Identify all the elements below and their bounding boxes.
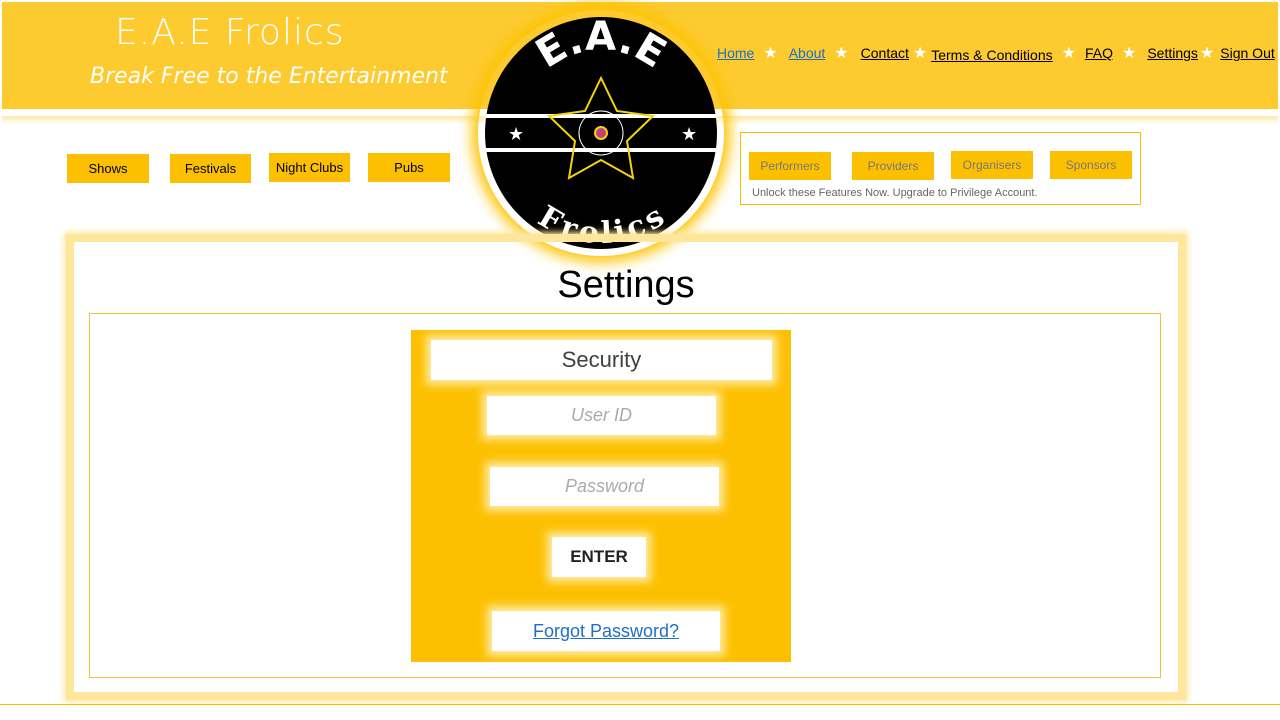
svg-text:★: ★ <box>508 124 524 144</box>
category-night-clubs[interactable]: Night Clubs <box>269 153 350 182</box>
feature-sponsors[interactable]: Sponsors <box>1050 151 1132 179</box>
settings-panel: Settings Security User ID Password ENTER… <box>66 234 1186 700</box>
nav-faq[interactable]: FAQ <box>1085 45 1113 61</box>
forgot-password-link[interactable]: Forgot Password? <box>492 611 720 651</box>
star-icon: ★ <box>763 45 778 62</box>
nav-settings[interactable]: Settings <box>1147 45 1198 61</box>
star-icon: ★ <box>1121 45 1137 62</box>
security-form: Security User ID Password ENTER Forgot P… <box>411 330 791 662</box>
page-title: Settings <box>557 264 695 306</box>
nav-terms[interactable]: Terms & Conditions <box>931 47 1052 63</box>
nav-sign-out[interactable]: Sign Out <box>1220 45 1274 61</box>
category-festivals[interactable]: Festivals <box>170 154 251 183</box>
site-logo: E.A.E Frolics ★ ★ <box>478 10 724 256</box>
password-input[interactable]: Password <box>490 467 719 506</box>
feature-organisers[interactable]: Organisers <box>951 151 1033 179</box>
star-icon: ★ <box>834 45 849 62</box>
svg-text:★: ★ <box>681 124 697 144</box>
star-icon: ★ <box>1061 45 1076 62</box>
premium-features-box: Performers Providers Organisers Sponsors… <box>740 132 1141 205</box>
star-icon: ★ <box>1199 45 1215 62</box>
security-title: Security <box>431 340 772 380</box>
enter-button[interactable]: ENTER <box>552 537 646 577</box>
site-tagline: Break Free to the Entertainment <box>90 64 448 89</box>
main-nav: Home ★ About ★ Contact ★ Terms & Conditions… <box>717 43 1275 63</box>
nav-about[interactable]: About <box>789 45 826 61</box>
settings-content: Security User ID Password ENTER Forgot P… <box>89 313 1161 678</box>
feature-performers[interactable]: Performers <box>749 152 831 180</box>
feature-providers[interactable]: Providers <box>852 152 934 180</box>
footer-divider <box>0 704 1280 705</box>
site-title: E.A.E Frolics <box>115 12 345 53</box>
user-id-input[interactable]: User ID <box>487 396 716 435</box>
upgrade-note: Unlock these Features Now. Upgrade to Pr… <box>752 187 1038 199</box>
star-icon: ★ <box>912 45 928 62</box>
category-pubs[interactable]: Pubs <box>368 153 450 182</box>
category-shows[interactable]: Shows <box>67 154 149 183</box>
nav-contact[interactable]: Contact <box>861 45 909 61</box>
